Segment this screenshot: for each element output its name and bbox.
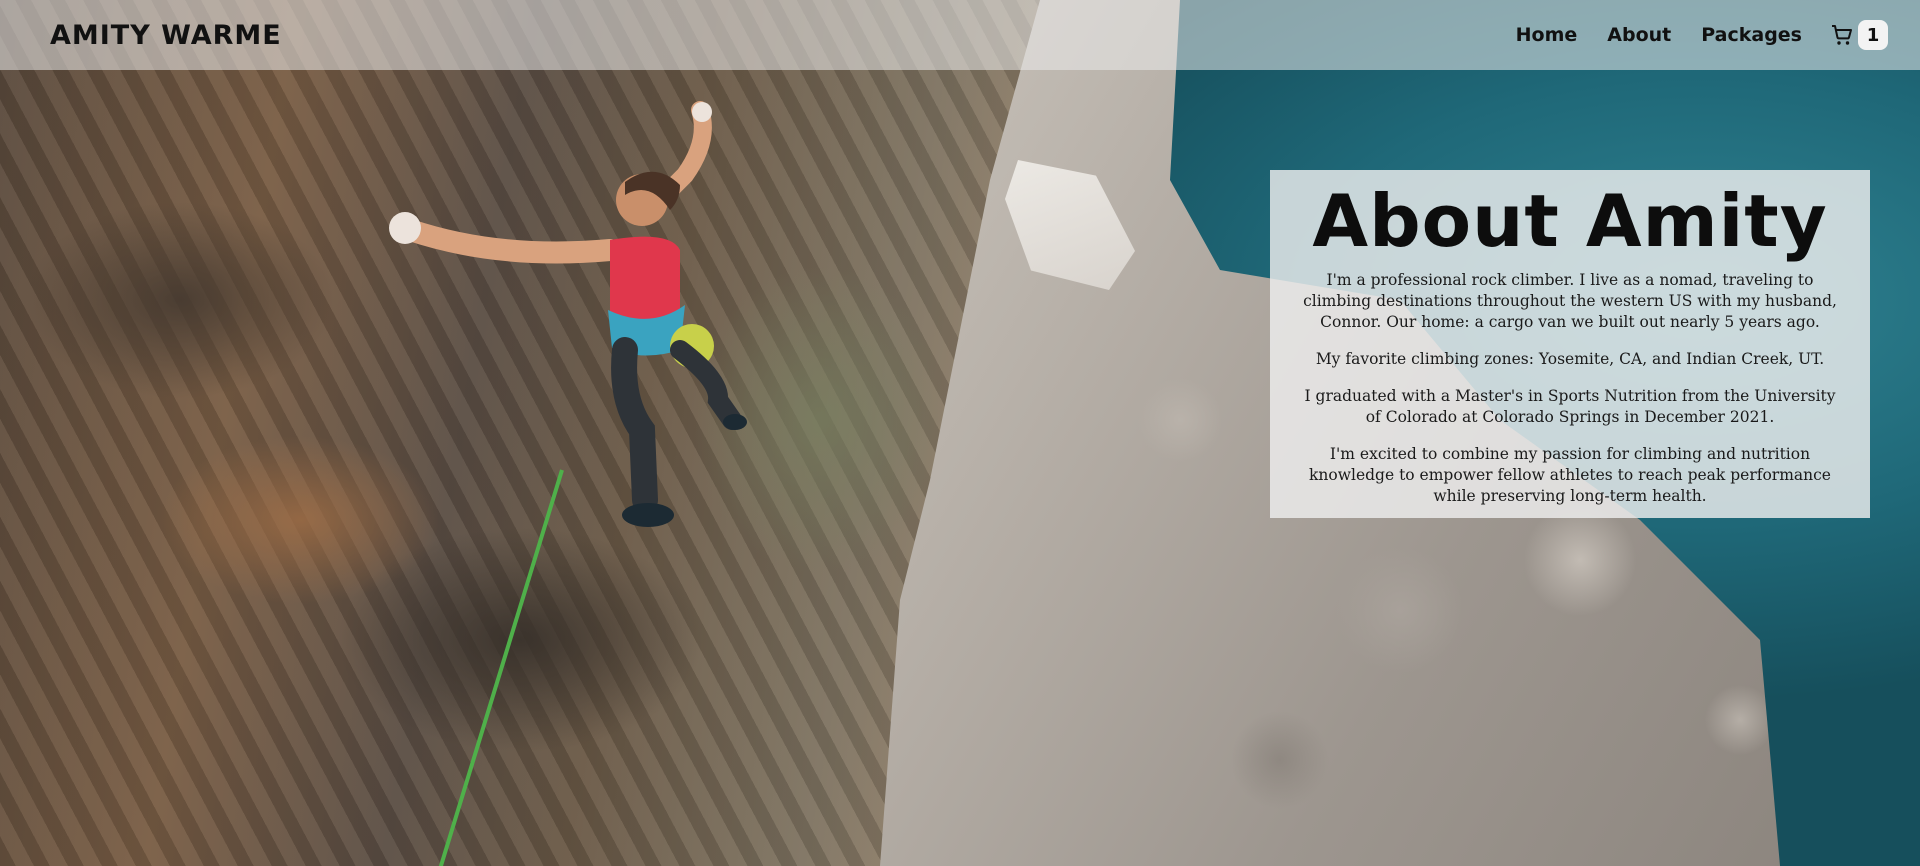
cart-icon [1832, 25, 1852, 45]
about-title: About Amity [1312, 179, 1828, 263]
climber-figure [389, 101, 747, 527]
site-header: AMITY WARME Home About Packages 1 [0, 0, 1920, 70]
nav-packages-link[interactable]: Packages [1701, 24, 1802, 46]
nav-about-link[interactable]: About [1607, 24, 1671, 46]
about-paragraph: I'm a professional rock climber. I live … [1303, 271, 1837, 331]
about-paragraph: I graduated with a Master's in Sports Nu… [1304, 387, 1836, 426]
cart-button[interactable]: 1 [1830, 20, 1888, 50]
about-paragraph: My favorite climbing zones: Yosemite, CA… [1315, 350, 1825, 368]
about-paragraph: I'm excited to combine my passion for cl… [1309, 445, 1831, 505]
main-nav: Home About Packages 1 [1486, 20, 1888, 50]
about-panel: About Amity I'm a professional rock clim… [1270, 170, 1870, 518]
brand-logo[interactable]: AMITY WARME [50, 20, 282, 51]
nav-home-link[interactable]: Home [1516, 24, 1578, 46]
cart-count-badge: 1 [1858, 20, 1888, 50]
